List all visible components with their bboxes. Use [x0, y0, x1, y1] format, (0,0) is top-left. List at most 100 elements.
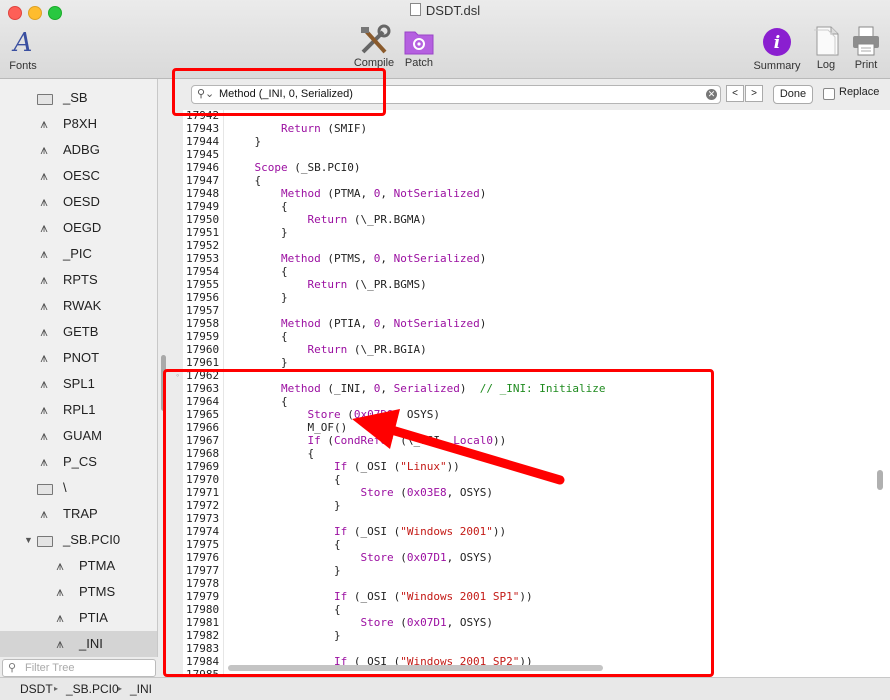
method-icon: ⩚: [40, 246, 48, 261]
summary-button[interactable]: i Summary: [750, 27, 804, 72]
line-number: 17943: [186, 122, 220, 135]
sidebar-item-label: PTIA: [79, 610, 108, 625]
line-number: 17961: [186, 356, 220, 369]
filter-placeholder: Filter Tree: [25, 662, 75, 674]
sidebar-item-label: OESD: [63, 194, 100, 209]
log-label: Log: [816, 59, 836, 71]
sidebar-item[interactable]: ⩚ OESC: [0, 163, 157, 189]
sidebar-item-label: RPL1: [63, 402, 96, 417]
sidebar-item[interactable]: ⩚ RPL1: [0, 397, 157, 423]
filter-tree-input[interactable]: ⚲ Filter Tree: [2, 659, 156, 677]
code-line: Method (PTMA, 0, NotSerialized): [280, 187, 487, 200]
summary-label: Summary: [753, 60, 801, 72]
folder-icon: [37, 94, 53, 105]
method-icon: ⩚: [40, 298, 48, 313]
log-button[interactable]: Log: [810, 25, 842, 71]
line-number: 17959: [186, 330, 220, 343]
breadcrumb-separator-icon: ▸: [118, 684, 123, 693]
breadcrumb-item[interactable]: DSDT: [20, 678, 53, 700]
method-icon: ⩚: [56, 636, 64, 651]
line-number: 17953: [186, 252, 220, 265]
line-number: 17948: [186, 187, 220, 200]
method-icon: ⩚: [40, 272, 48, 287]
print-label: Print: [854, 59, 878, 71]
annotation-arrow-icon: [352, 409, 565, 485]
fonts-button[interactable]: A Fonts: [6, 28, 40, 72]
sidebar-item[interactable]: \: [0, 475, 157, 501]
patch-button[interactable]: Patch: [400, 28, 438, 69]
sidebar-item[interactable]: ▼ _SB.PCI0: [0, 527, 157, 553]
line-number: 17956: [186, 291, 220, 304]
print-button[interactable]: Print: [848, 25, 884, 71]
find-previous-button[interactable]: <: [726, 85, 744, 102]
method-icon: ⩚: [56, 584, 64, 599]
sidebar-item[interactable]: ⩚ _PIC: [0, 241, 157, 267]
log-document-icon: [814, 26, 839, 56]
method-icon: ⩚: [56, 558, 64, 573]
line-number: 17955: [186, 278, 220, 291]
code-line: Return (\_PR.BGIA): [307, 343, 427, 356]
tools-icon: [361, 24, 391, 54]
method-icon: ⩚: [40, 142, 48, 157]
sidebar-item[interactable]: ⩚ PTIA: [0, 605, 157, 631]
sidebar-item-label: PTMS: [79, 584, 116, 599]
code-line: Scope (_SB.PCI0): [254, 161, 361, 174]
method-icon: ⩚: [40, 324, 48, 339]
method-icon: ⩚: [40, 194, 48, 209]
find-next-button[interactable]: >: [745, 85, 763, 102]
sidebar-item[interactable]: ⩚ OESD: [0, 189, 157, 215]
breadcrumb-item[interactable]: _INI: [130, 678, 152, 700]
code-line: }: [228, 291, 288, 304]
printer-icon: [853, 26, 879, 56]
sidebar-item-label: _INI: [79, 636, 103, 651]
annotation-box-search: [172, 68, 386, 116]
sidebar-item[interactable]: ⩚ P_CS: [0, 449, 157, 475]
code-line: }: [228, 356, 288, 369]
sidebar-item-label: ADBG: [63, 142, 100, 157]
patch-label: Patch: [404, 57, 434, 69]
sidebar-item-label: _PIC: [63, 246, 92, 261]
method-icon: ⩚: [40, 220, 48, 235]
editor-vertical-scrollbar[interactable]: [877, 470, 883, 490]
sidebar-item[interactable]: ⩚ RPTS: [0, 267, 157, 293]
method-icon: ⩚: [40, 506, 48, 521]
code-line: Method (PTIA, 0, NotSerialized): [280, 317, 487, 330]
sidebar-item[interactable]: ⩚ PTMA: [0, 553, 157, 579]
line-number: 17958: [186, 317, 220, 330]
sidebar-item[interactable]: ⩚ GUAM: [0, 423, 157, 449]
sidebar-item[interactable]: _SB: [0, 85, 157, 111]
line-number: 17949: [186, 200, 220, 213]
line-number: 17951: [186, 226, 220, 239]
sidebar-item[interactable]: ⩚ RWAK: [0, 293, 157, 319]
document-icon: [409, 3, 421, 16]
sidebar-item[interactable]: ⩚ GETB: [0, 319, 157, 345]
line-number: 17944: [186, 135, 220, 148]
sidebar-item[interactable]: ⩚ TRAP: [0, 501, 157, 527]
sidebar-item[interactable]: ⩚ SPL1: [0, 371, 157, 397]
search-icon: ⚲: [8, 662, 17, 674]
sidebar-item[interactable]: ⩚ _INI: [0, 631, 157, 657]
code-line: Return (\_PR.BGMA): [307, 213, 427, 226]
code-line: {: [228, 330, 288, 343]
line-number: 17954: [186, 265, 220, 278]
sidebar-item[interactable]: ⩚ PNOT: [0, 345, 157, 371]
code-line: Return (\_PR.BGMS): [307, 278, 427, 291]
fonts-label: Fonts: [9, 60, 37, 72]
sidebar-item-label: GUAM: [63, 428, 102, 443]
sidebar-item[interactable]: ⩚ ADBG: [0, 137, 157, 163]
done-button[interactable]: Done: [773, 85, 813, 104]
breadcrumb-item[interactable]: _SB.PCI0: [66, 678, 119, 700]
line-number: 17952: [186, 239, 220, 252]
sidebar-item[interactable]: ⩚ OEGD: [0, 215, 157, 241]
compile-button[interactable]: Compile: [350, 24, 398, 69]
sidebar-item[interactable]: ⩚ PTMS: [0, 579, 157, 605]
sidebar-item-label: PTMA: [79, 558, 116, 573]
sidebar-item[interactable]: ⩚ P8XH: [0, 111, 157, 137]
code-line: {: [228, 200, 288, 213]
disclosure-triangle-icon[interactable]: ▼: [24, 527, 33, 553]
clear-search-icon[interactable]: ✕: [706, 89, 717, 100]
method-icon: ⩚: [40, 350, 48, 365]
replace-checkbox[interactable]: [823, 88, 835, 100]
code-line: {: [228, 265, 288, 278]
code-line: }: [228, 226, 288, 239]
